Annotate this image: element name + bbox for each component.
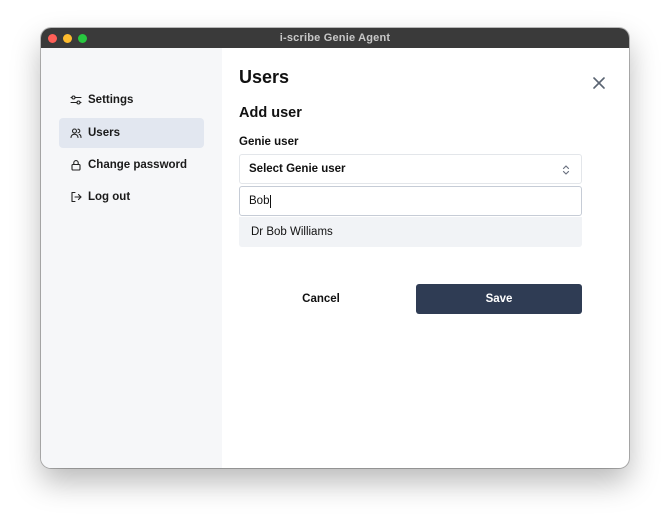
main-panel: Users Add user Genie user Select Genie u… — [222, 48, 629, 468]
close-window-button[interactable] — [48, 34, 57, 43]
users-icon — [70, 127, 82, 139]
sidebar-item-label: Change password — [88, 159, 188, 171]
dropdown-option[interactable]: Dr Bob Williams — [239, 217, 582, 247]
page-title: Users — [239, 67, 290, 87]
sliders-icon — [70, 94, 82, 106]
option-label: Dr Bob Williams — [251, 226, 333, 238]
cancel-button[interactable]: Cancel — [239, 284, 403, 314]
minimize-window-button[interactable] — [63, 34, 72, 43]
text-caret — [270, 194, 272, 208]
genie-user-search-input[interactable]: Bob — [239, 186, 582, 216]
save-button[interactable]: Save — [416, 284, 582, 314]
section-title: Add user — [239, 105, 302, 121]
zoom-window-button[interactable] — [78, 34, 87, 43]
logout-icon — [70, 191, 82, 203]
title-bar: i-scribe Genie Agent — [41, 28, 629, 48]
sidebar-item-users[interactable]: Users — [59, 118, 204, 148]
genie-user-select[interactable]: Select Genie user — [239, 154, 582, 184]
sidebar-item-change-password[interactable]: Change password — [59, 150, 204, 180]
sidebar-item-label: Log out — [88, 191, 131, 203]
window-title: i-scribe Genie Agent — [279, 32, 391, 44]
lock-icon — [70, 159, 82, 171]
sidebar-item-label: Users — [88, 127, 120, 139]
genie-user-label: Genie user — [239, 136, 299, 148]
sidebar-item-log-out[interactable]: Log out — [59, 182, 204, 212]
sidebar: Settings Users Change password Log out — [41, 48, 222, 468]
select-value: Select Genie user — [249, 163, 346, 175]
search-value: Bob — [249, 195, 270, 207]
close-icon[interactable] — [592, 76, 606, 90]
app-window: i-scribe Genie Agent Settings Users Chan… — [41, 28, 629, 468]
chevron-up-down-icon — [560, 163, 572, 177]
window-controls — [48, 34, 87, 43]
sidebar-item-settings[interactable]: Settings — [59, 85, 204, 115]
sidebar-item-label: Settings — [88, 94, 134, 106]
